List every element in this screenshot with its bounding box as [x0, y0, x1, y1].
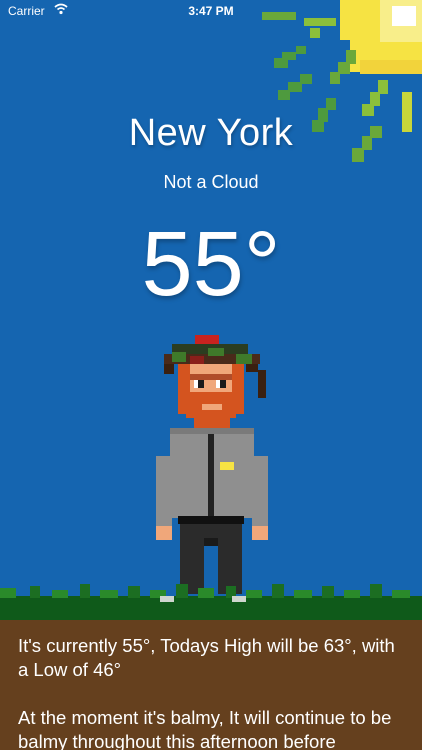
weather-condition: Not a Cloud — [163, 172, 259, 192]
grass-strip — [0, 584, 422, 624]
summary-current-text: It's currently 55°, Todays High will be … — [18, 635, 395, 680]
current-temperature: 55° — [141, 213, 281, 315]
city-name: New York — [128, 112, 294, 154]
forecast-summary-panel: It's currently 55°, Todays High will be … — [0, 620, 422, 750]
pixel-character-illustration — [156, 335, 268, 594]
summary-forecast-text: At the moment it's balmy, It will contin… — [18, 707, 392, 750]
